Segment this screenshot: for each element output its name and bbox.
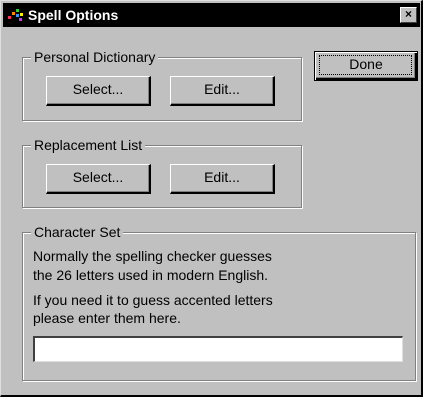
done-button-label: Done (349, 56, 383, 72)
personal-dictionary-group: Personal Dictionary Select... Edit... (22, 48, 302, 121)
close-button[interactable]: × (400, 7, 417, 23)
replacement-list-select-button[interactable]: Select... (46, 164, 151, 194)
replacement-list-edit-button[interactable]: Edit... (170, 164, 275, 194)
character-set-legend: Character Set (31, 223, 124, 241)
done-button[interactable]: Done (314, 51, 418, 81)
window-title: Spell Options (28, 7, 119, 23)
accented-letters-input[interactable] (33, 336, 403, 362)
title-bar[interactable]: Spell Options × (3, 3, 420, 27)
character-set-instruction-line-2: please enter them here. (33, 310, 181, 326)
replacement-list-legend: Replacement List (31, 136, 146, 154)
spell-app-icon (8, 9, 23, 21)
personal-dictionary-legend: Personal Dictionary (31, 48, 159, 66)
close-icon: × (404, 7, 412, 21)
character-set-description-line-2: the 26 letters used in modern English. (33, 267, 269, 283)
character-set-description-line-1: Normally the spelling checker guesses (33, 248, 272, 264)
spell-options-dialog: Spell Options × Personal Dictionary Sele… (0, 0, 423, 397)
personal-dictionary-edit-button[interactable]: Edit... (170, 76, 275, 106)
character-set-instruction-line-1: If you need it to guess accented letters (33, 292, 273, 308)
replacement-list-group: Replacement List Select... Edit... (22, 136, 302, 208)
character-set-group: Character Set Normally the spelling chec… (22, 223, 416, 381)
personal-dictionary-select-button[interactable]: Select... (46, 76, 151, 106)
